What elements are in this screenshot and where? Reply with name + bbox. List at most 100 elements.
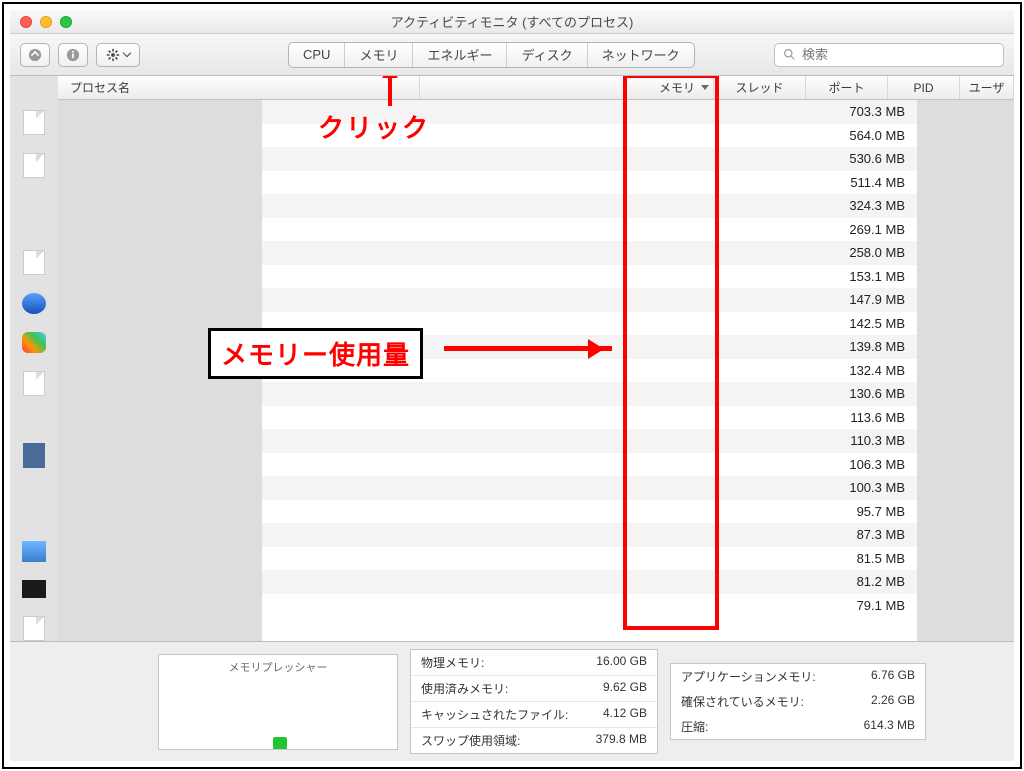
wired-memory-value: 2.26 GB <box>871 693 915 710</box>
memory-stats-left: 物理メモリ:16.00 GB 使用済みメモリ:9.62 GB キャッシュされたフ… <box>410 649 658 754</box>
memory-cell: 142.5 MB <box>827 316 917 331</box>
memory-cell: 324.3 MB <box>827 198 917 213</box>
memory-cell: 81.2 MB <box>827 574 917 589</box>
memory-cell: 511.4 MB <box>827 175 917 190</box>
cached-files-value: 4.12 GB <box>603 706 647 723</box>
table-row[interactable]: 110.3 MB <box>262 429 917 453</box>
compressed-memory-value: 614.3 MB <box>864 718 915 735</box>
memory-cell: 79.1 MB <box>827 598 917 613</box>
terminal-icon <box>22 580 46 598</box>
table-row[interactable]: 106.3 MB <box>262 453 917 477</box>
memory-pressure-chart: メモリプレッシャー <box>158 654 398 750</box>
memory-cell: 269.1 MB <box>827 222 917 237</box>
memory-cell: 95.7 MB <box>827 504 917 519</box>
window-minimize-button[interactable] <box>40 16 52 28</box>
physical-memory-label: 物理メモリ: <box>421 654 484 671</box>
column-header-user[interactable]: ユーザ <box>960 76 1014 99</box>
memory-cell: 564.0 MB <box>827 128 917 143</box>
table-row[interactable]: 130.6 MB <box>262 382 917 406</box>
tab-disk[interactable]: ディスク <box>506 43 586 67</box>
window-close-button[interactable] <box>20 16 32 28</box>
column-headers: プロセス名 メモリ スレッド ポート PID ユーザ <box>58 76 1014 100</box>
table-row[interactable]: 269.1 MB <box>262 218 917 242</box>
memory-cell: 258.0 MB <box>827 245 917 260</box>
tab-cpu[interactable]: CPU <box>289 43 344 67</box>
search-field[interactable] <box>774 43 1004 67</box>
table-row[interactable]: 324.3 MB <box>262 194 917 218</box>
main-area: プロセス名 メモリ スレッド ポート PID ユーザ 703.3 MB564.0… <box>10 76 1014 641</box>
table-row[interactable]: 81.5 MB <box>262 547 917 571</box>
memory-pressure-label: メモリプレッシャー <box>159 655 397 675</box>
table-row[interactable]: 87.3 MB <box>262 523 917 547</box>
table-row[interactable]: 113.6 MB <box>262 406 917 430</box>
memory-cell: 110.3 MB <box>827 433 917 448</box>
content-pane: プロセス名 メモリ スレッド ポート PID ユーザ 703.3 MB564.0… <box>58 76 1014 641</box>
search-icon <box>783 48 796 61</box>
app-memory-label: アプリケーションメモリ: <box>681 668 816 685</box>
tab-network[interactable]: ネットワーク <box>587 43 694 67</box>
memory-cell: 87.3 MB <box>827 527 917 542</box>
file-icon <box>23 616 45 641</box>
cached-files-label: キャッシュされたファイル: <box>421 706 568 723</box>
column-header-pid[interactable]: PID <box>888 76 960 99</box>
activity-monitor-window: アクティビティモニタ (すべてのプロセス) CPU メモリ エネルギー ディスク… <box>10 10 1014 761</box>
table-row[interactable]: 258.0 MB <box>262 241 917 265</box>
app-icon <box>23 443 45 468</box>
memory-cell: 100.3 MB <box>827 480 917 495</box>
column-header-process[interactable]: プロセス名 <box>58 76 420 99</box>
annotation-memory-usage-label: メモリー使用量 <box>208 328 423 379</box>
window-zoom-button[interactable] <box>60 16 72 28</box>
info-button[interactable] <box>58 43 88 67</box>
column-header-memory[interactable]: メモリ <box>624 76 714 99</box>
swap-used-label: スワップ使用領域: <box>421 732 520 749</box>
file-icon <box>23 153 45 178</box>
column-header-ports[interactable]: ポート <box>806 76 888 99</box>
memory-cell: 139.8 MB <box>827 339 917 354</box>
memory-cell: 81.5 MB <box>827 551 917 566</box>
table-row[interactable]: 147.9 MB <box>262 288 917 312</box>
annotation-arrow-up-icon <box>388 78 392 106</box>
compressed-memory-label: 圧縮: <box>681 718 708 735</box>
dock-strip <box>10 76 58 641</box>
annotation-click-label: クリック <box>318 108 430 145</box>
memory-cell: 130.6 MB <box>827 386 917 401</box>
window-title: アクティビティモニタ (すべてのプロセス) <box>10 12 1014 31</box>
wired-memory-label: 確保されているメモリ: <box>681 693 804 710</box>
finder-icon <box>22 541 46 562</box>
file-icon <box>23 250 45 275</box>
tab-energy[interactable]: エネルギー <box>412 43 506 67</box>
physical-memory-value: 16.00 GB <box>596 654 647 671</box>
memory-cell: 530.6 MB <box>827 151 917 166</box>
memory-cell: 147.9 MB <box>827 292 917 307</box>
table-row[interactable]: 100.3 MB <box>262 476 917 500</box>
safari-icon <box>22 293 46 314</box>
file-icon <box>23 110 45 135</box>
table-row[interactable]: 153.1 MB <box>262 265 917 289</box>
file-icon <box>23 371 45 396</box>
titlebar: アクティビティモニタ (すべてのプロセス) <box>10 10 1014 34</box>
footer-panel: メモリプレッシャー 物理メモリ:16.00 GB 使用済みメモリ:9.62 GB… <box>10 641 1014 761</box>
memory-cell: 153.1 MB <box>827 269 917 284</box>
settings-button[interactable] <box>96 43 140 67</box>
memory-cell: 106.3 MB <box>827 457 917 472</box>
table-row[interactable]: 81.2 MB <box>262 570 917 594</box>
table-row[interactable]: 511.4 MB <box>262 171 917 195</box>
table-row[interactable]: 530.6 MB <box>262 147 917 171</box>
search-input[interactable] <box>802 47 995 62</box>
swap-used-value: 379.8 MB <box>596 732 647 749</box>
memory-cell: 132.4 MB <box>827 363 917 378</box>
stop-process-button[interactable] <box>20 43 50 67</box>
memory-cell: 113.6 MB <box>827 410 917 425</box>
app-memory-value: 6.76 GB <box>871 668 915 685</box>
table-row[interactable]: 95.7 MB <box>262 500 917 524</box>
annotation-arrow-right-icon <box>444 346 612 351</box>
creative-cloud-icon <box>22 332 46 353</box>
toolbar: CPU メモリ エネルギー ディスク ネットワーク <box>10 34 1014 76</box>
tab-memory[interactable]: メモリ <box>344 43 412 67</box>
table-row[interactable]: 79.1 MB <box>262 594 917 618</box>
used-memory-label: 使用済みメモリ: <box>421 680 508 697</box>
memory-stats-right: アプリケーションメモリ: 6.76 GB 確保されているメモリ: 2.26 GB 圧… <box>670 663 926 740</box>
sort-indicator-icon <box>701 85 709 91</box>
column-header-threads[interactable]: スレッド <box>714 76 806 99</box>
pressure-indicator-icon <box>273 737 287 749</box>
